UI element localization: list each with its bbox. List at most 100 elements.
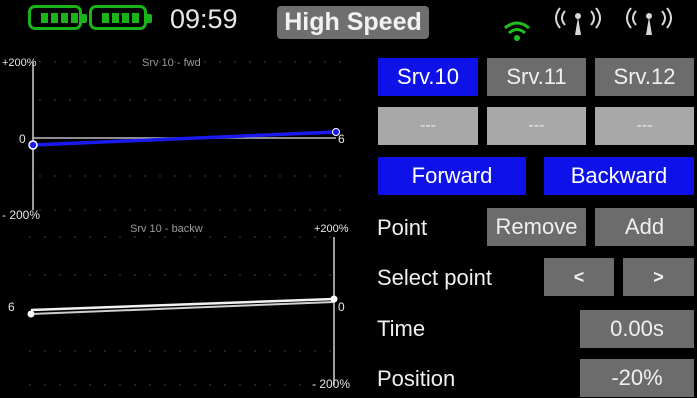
grid-dot: [329, 274, 331, 276]
grid-dot: [119, 350, 121, 352]
grid-dot: [164, 350, 166, 352]
grid-dot: [279, 99, 281, 101]
top-label: +200%: [314, 223, 349, 235]
grid-dot: [114, 61, 116, 63]
grid-dot: [84, 61, 86, 63]
servo-10-button[interactable]: Srv.10: [378, 58, 478, 96]
grid-dot: [284, 236, 286, 238]
servo-11-button[interactable]: Srv.11: [487, 58, 586, 96]
antenna-icon: [555, 7, 601, 35]
grid-dot: [54, 99, 56, 101]
left-value: 6: [8, 300, 15, 314]
prev-point-button[interactable]: <: [544, 258, 614, 296]
servo-12-button[interactable]: Srv.12: [595, 58, 694, 96]
grid-dot: [134, 350, 136, 352]
grid-dot: [339, 175, 341, 177]
grid-dot: [294, 209, 296, 211]
grid-dot: [339, 99, 341, 101]
time-value-field[interactable]: 0.00s: [580, 310, 694, 348]
remove-point-button[interactable]: Remove: [487, 208, 586, 246]
grid-dot: [264, 61, 266, 63]
grid-dot: [59, 236, 61, 238]
grid-dot: [104, 384, 106, 386]
grid-dot: [44, 384, 46, 386]
battery-icon: [28, 5, 87, 30]
backward-curve-chart[interactable]: Srv 10 - backw +200% 6 0 - 200%: [0, 215, 372, 393]
grid-dot: [249, 175, 251, 177]
grid-dot: [114, 209, 116, 211]
clock-time: 09:59: [170, 4, 238, 34]
grid-dot: [129, 61, 131, 63]
grid-dot: [74, 236, 76, 238]
grid-dot: [144, 209, 146, 211]
grid-dot: [219, 61, 221, 63]
slot-c-button[interactable]: ---: [595, 107, 694, 145]
grid-dot: [159, 209, 161, 211]
grid-dot: [74, 274, 76, 276]
grid-dot: [204, 61, 206, 63]
grid-dot: [74, 350, 76, 352]
grid-dot: [119, 274, 121, 276]
grid-dot: [324, 175, 326, 177]
grid-dot: [149, 236, 151, 238]
grid-dot: [324, 61, 326, 63]
grid-dot: [314, 350, 316, 352]
grid-dot: [134, 274, 136, 276]
grid-dot: [179, 274, 181, 276]
grid-dot: [294, 99, 296, 101]
grid-dot: [39, 61, 41, 63]
grid-dots: [39, 61, 341, 211]
grid-dot: [69, 209, 71, 211]
mode-badge[interactable]: High Speed: [277, 6, 429, 39]
grid-dot: [269, 384, 271, 386]
backward-button[interactable]: Backward: [544, 157, 694, 195]
grid-dot: [174, 99, 176, 101]
grid-dot: [284, 350, 286, 352]
curve-point[interactable]: [28, 140, 38, 150]
grid-dot: [194, 350, 196, 352]
grid-dot: [104, 274, 106, 276]
grid-dot: [219, 209, 221, 211]
grid-dot: [44, 350, 46, 352]
grid-dot: [299, 384, 301, 386]
slot-b-button[interactable]: ---: [487, 107, 586, 145]
left-value: 0: [19, 132, 26, 146]
grid-dot: [149, 384, 151, 386]
curve-point[interactable]: [330, 295, 338, 303]
grid-dot: [264, 175, 266, 177]
slot-a-button[interactable]: ---: [378, 107, 478, 145]
grid-dot: [29, 384, 31, 386]
grid-dot: [324, 209, 326, 211]
grid-dot: [239, 274, 241, 276]
grid-dot: [39, 175, 41, 177]
grid-dot: [54, 175, 56, 177]
grid-dot: [224, 236, 226, 238]
grid-dot: [179, 384, 181, 386]
grid-dot: [119, 384, 121, 386]
next-point-button[interactable]: >: [623, 258, 694, 296]
grid-dot: [314, 274, 316, 276]
grid-dot: [239, 384, 241, 386]
grid-dot: [299, 236, 301, 238]
grid-dot: [129, 175, 131, 177]
right-value: 0: [338, 300, 345, 314]
grid-dot: [29, 236, 31, 238]
grid-dot: [279, 209, 281, 211]
grid-dot: [44, 274, 46, 276]
grid-dot: [249, 99, 251, 101]
grid-dot: [299, 350, 301, 352]
position-value-field[interactable]: -20%: [580, 359, 694, 397]
grid-dot: [104, 350, 106, 352]
top-label: +200%: [2, 57, 37, 69]
grid-dot: [204, 99, 206, 101]
add-point-button[interactable]: Add: [595, 208, 694, 246]
curve-point[interactable]: [27, 310, 35, 318]
forward-button[interactable]: Forward: [378, 157, 526, 195]
wifi-icon: [504, 21, 530, 41]
forward-curve-chart[interactable]: +200% Srv 10 - fwd 0 6 - 200%: [0, 50, 370, 220]
point-label: Point: [377, 215, 428, 240]
right-value: 6: [338, 132, 345, 146]
grid-dot: [279, 175, 281, 177]
grid-dot: [224, 350, 226, 352]
grid-dot: [114, 175, 116, 177]
